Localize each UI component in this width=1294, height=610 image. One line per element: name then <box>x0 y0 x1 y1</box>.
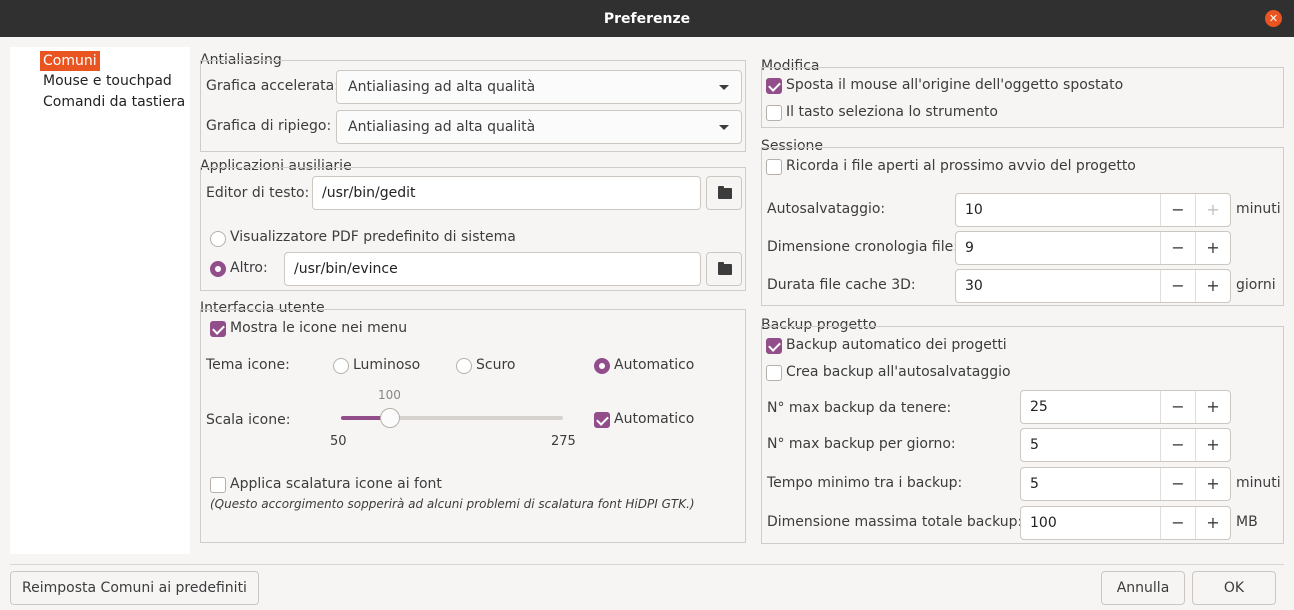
pdf-default-radio[interactable] <box>210 231 226 247</box>
font-scaling-note: (Questo accorgimento sopperirà ad alcuni… <box>210 497 695 511</box>
accelerated-graphics-value: Antialiasing ad alta qualità <box>348 79 536 95</box>
remember-files-label: Ricorda i file aperti al prossimo avvio … <box>786 158 1136 174</box>
key-selects-tool-label: Il tasto seleziona lo strumento <box>786 104 998 120</box>
autosave-unit: minuti <box>1236 201 1281 217</box>
pdf-viewer-input[interactable]: /usr/bin/evince <box>284 252 701 286</box>
text-editor-input[interactable]: /usr/bin/gedit <box>312 176 701 210</box>
theme-dark-radio[interactable] <box>456 358 472 374</box>
remember-files-checkbox[interactable] <box>766 159 782 175</box>
apply-font-scaling-label: Applica scalatura icone ai font <box>230 476 442 492</box>
accelerated-graphics-label: Grafica accelerata: <box>206 78 339 94</box>
icon-scale-slider[interactable] <box>341 416 563 420</box>
warp-mouse-label: Sposta il mouse all'origine dell'oggetto… <box>786 77 1124 93</box>
icon-scale-auto-label: Automatico <box>614 411 695 427</box>
chevron-down-icon <box>719 125 729 130</box>
max-backup-size-decrement-button[interactable]: − <box>1160 507 1195 539</box>
text-editor-browse-button[interactable] <box>706 176 742 210</box>
max-daily-backups-decrement-button[interactable]: − <box>1160 429 1195 461</box>
cancel-button[interactable]: Annulla <box>1101 571 1185 605</box>
theme-auto-radio[interactable] <box>594 358 610 374</box>
window-title: Preferenze <box>603 10 691 27</box>
folder-icon <box>718 186 732 199</box>
sidebar: Comuni Mouse e touchpad Comandi da tasti… <box>10 47 190 554</box>
backup-on-autosave-label: Crea backup all'autosalvataggio <box>786 364 1011 380</box>
theme-light-radio[interactable] <box>333 358 349 374</box>
close-icon[interactable]: ✕ <box>1265 10 1282 27</box>
icon-theme-label: Tema icone: <box>206 357 290 373</box>
key-selects-tool-checkbox[interactable] <box>766 105 782 121</box>
max-backup-size-value: 100 <box>1030 515 1057 531</box>
icon-scale-min: 50 <box>330 434 347 449</box>
theme-light-label: Luminoso <box>353 357 421 373</box>
icon-scale-max: 275 <box>551 434 576 449</box>
ok-button[interactable]: OK <box>1192 571 1276 605</box>
max-daily-backups-label: N° max backup per giorno: <box>767 436 956 452</box>
fallback-graphics-label: Grafica di ripiego: <box>206 118 332 134</box>
history-size-spinner[interactable]: 9 − + <box>955 231 1231 265</box>
fallback-graphics-select[interactable]: Antialiasing ad alta qualità <box>336 110 742 144</box>
cache-duration-decrement-button[interactable]: − <box>1160 270 1195 302</box>
accelerated-graphics-select[interactable]: Antialiasing ad alta qualità <box>336 70 742 104</box>
cache-duration-value: 30 <box>965 278 983 294</box>
min-backup-interval-spinner[interactable]: 5 − + <box>1020 467 1231 501</box>
max-daily-backups-increment-button[interactable]: + <box>1195 429 1230 461</box>
max-backup-size-spinner[interactable]: 100 − + <box>1020 506 1231 540</box>
pdf-other-radio[interactable] <box>210 261 226 277</box>
auto-backup-label: Backup automatico dei progetti <box>786 337 1007 353</box>
show-menu-icons-checkbox[interactable] <box>210 321 226 337</box>
min-backup-interval-increment-button[interactable]: + <box>1195 468 1230 500</box>
pdf-viewer-browse-button[interactable] <box>706 252 742 286</box>
max-backups-value: 25 <box>1030 399 1048 415</box>
max-daily-backups-spinner[interactable]: 5 − + <box>1020 428 1231 462</box>
autosave-label: Autosalvataggio: <box>767 201 886 217</box>
history-size-value: 9 <box>965 240 974 256</box>
max-backups-increment-button[interactable]: + <box>1195 391 1230 423</box>
cache-duration-increment-button[interactable]: + <box>1195 270 1230 302</box>
cache-duration-label: Durata file cache 3D: <box>767 277 916 293</box>
min-backup-interval-value: 5 <box>1030 476 1039 492</box>
max-backups-label: N° max backup da tenere: <box>767 400 952 416</box>
fallback-graphics-value: Antialiasing ad alta qualità <box>348 119 536 135</box>
text-editor-label: Editor di testo: <box>206 185 310 201</box>
folder-icon <box>718 262 732 275</box>
min-backup-interval-unit: minuti <box>1236 475 1281 491</box>
title-bar: Preferenze ✕ <box>0 0 1294 37</box>
autosave-spinner[interactable]: 10 − + <box>955 193 1231 227</box>
max-backup-size-increment-button[interactable]: + <box>1195 507 1230 539</box>
sidebar-item-keyboard-shortcuts[interactable]: Comandi da tastiera <box>40 92 188 112</box>
min-backup-interval-decrement-button[interactable]: − <box>1160 468 1195 500</box>
theme-auto-label: Automatico <box>614 357 695 373</box>
max-backup-size-label: Dimensione massima totale backup: <box>767 514 1023 530</box>
max-daily-backups-value: 5 <box>1030 437 1039 453</box>
pdf-other-label: Altro: <box>230 260 268 276</box>
warp-mouse-checkbox[interactable] <box>766 78 782 94</box>
reset-defaults-button[interactable]: Reimposta Comuni ai predefiniti <box>10 571 259 605</box>
cache-duration-unit: giorni <box>1236 277 1276 293</box>
footer-separator <box>10 564 1284 565</box>
theme-dark-label: Scuro <box>476 357 516 373</box>
sidebar-item-comuni[interactable]: Comuni <box>40 51 100 71</box>
icon-scale-auto-checkbox[interactable] <box>594 412 610 428</box>
chevron-down-icon <box>719 85 729 90</box>
backup-on-autosave-checkbox[interactable] <box>766 365 782 381</box>
max-backups-decrement-button[interactable]: − <box>1160 391 1195 423</box>
auto-backup-checkbox[interactable] <box>766 338 782 354</box>
autosave-decrement-button[interactable]: − <box>1160 194 1195 226</box>
history-size-decrement-button[interactable]: − <box>1160 232 1195 264</box>
pdf-default-label: Visualizzatore PDF predefinito di sistem… <box>230 229 516 245</box>
sidebar-item-mouse-touchpad[interactable]: Mouse e touchpad <box>40 71 175 91</box>
icon-scale-value: 100 <box>378 388 401 402</box>
history-size-label: Dimensione cronologia file: <box>767 239 958 255</box>
icon-scale-label: Scala icone: <box>206 412 291 428</box>
history-size-increment-button[interactable]: + <box>1195 232 1230 264</box>
autosave-increment-button[interactable]: + <box>1195 194 1230 226</box>
max-backup-size-unit: MB <box>1236 514 1258 530</box>
cache-duration-spinner[interactable]: 30 − + <box>955 269 1231 303</box>
autosave-value: 10 <box>965 202 983 218</box>
show-menu-icons-label: Mostra le icone nei menu <box>230 320 408 336</box>
min-backup-interval-label: Tempo minimo tra i backup: <box>767 475 963 491</box>
max-backups-spinner[interactable]: 25 − + <box>1020 390 1231 424</box>
apply-font-scaling-checkbox[interactable] <box>210 477 226 493</box>
